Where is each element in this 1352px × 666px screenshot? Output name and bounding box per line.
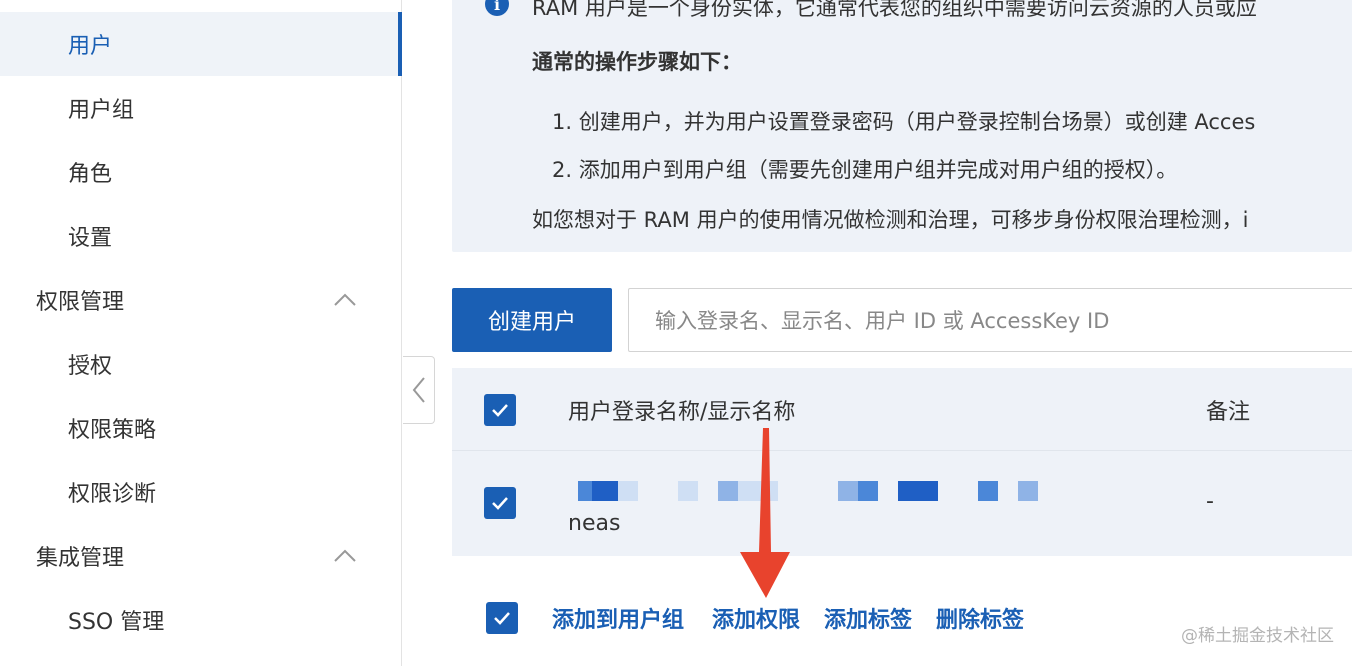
notice-step: 1. 创建用户，并为用户设置登录密码（用户登录控制台场景）或创建 Acces — [552, 110, 1256, 134]
sidebar-item-label: 授权 — [68, 354, 113, 379]
sidebar-item-settings[interactable]: 设置 — [0, 204, 402, 268]
add-to-group-button[interactable]: 添加到用户组 — [552, 602, 684, 634]
column-header-username: 用户登录名称/显示名称 — [568, 400, 796, 425]
notice-step: 2. 添加用户到用户组（需要先创建用户组并完成对用户组的授权）。 — [552, 158, 1178, 182]
notice-heading: 通常的操作步骤如下： — [532, 50, 742, 74]
table-row[interactable]: neas - — [452, 450, 1352, 556]
sidebar-item-label: 权限诊断 — [68, 482, 157, 507]
checkmark-icon — [492, 404, 508, 417]
select-all-checkbox[interactable] — [484, 394, 516, 426]
sidebar-item-label: 权限策略 — [68, 418, 157, 443]
remove-tag-button[interactable]: 删除标签 — [936, 602, 1024, 634]
sidebar-item-policies[interactable]: 权限策略 — [0, 396, 402, 460]
add-permission-button[interactable]: 添加权限 — [712, 602, 800, 634]
sidebar-item-label: 设置 — [68, 226, 113, 251]
sidebar-collapse-button[interactable] — [403, 356, 435, 424]
chevron-left-icon — [412, 377, 425, 403]
column-header-remark: 备注 — [1206, 400, 1251, 425]
user-display-name[interactable]: neas — [568, 511, 620, 536]
sidebar-group-label: 集成管理 — [36, 546, 125, 571]
row-checkbox[interactable] — [484, 487, 516, 519]
main-content: i RAM 用户是一个身份实体，它通常代表您的组织中需要访问云资源的人员或应 通… — [452, 0, 1352, 666]
sidebar-item-authorization[interactable]: 授权 — [0, 332, 402, 396]
sidebar-group-label: 权限管理 — [36, 290, 125, 315]
create-user-button[interactable]: 创建用户 — [452, 288, 612, 352]
watermark: @稀土掘金技术社区 — [1181, 626, 1334, 646]
sidebar-group-permission-management[interactable]: 权限管理 — [0, 268, 402, 332]
table-header: 用户登录名称/显示名称 备注 — [452, 368, 1352, 450]
sidebar-item-label: 角色 — [68, 162, 113, 187]
info-notice: i RAM 用户是一个身份实体，它通常代表您的组织中需要访问云资源的人员或应 通… — [452, 0, 1352, 252]
sidebar-item-permission-diagnosis[interactable]: 权限诊断 — [0, 460, 402, 524]
sidebar-item-sso[interactable]: SSO 管理 — [0, 588, 402, 652]
notice-line: 如您想对于 RAM 用户的使用情况做检测和治理，可移步身份权限治理检测，i — [532, 208, 1249, 232]
notice-line: RAM 用户是一个身份实体，它通常代表您的组织中需要访问云资源的人员或应 — [532, 0, 1257, 20]
sidebar-item-user-groups[interactable]: 用户组 — [0, 76, 402, 140]
add-tag-button[interactable]: 添加标签 — [824, 602, 912, 634]
chevron-up-icon — [334, 549, 356, 562]
sidebar-group-integration-management[interactable]: 集成管理 — [0, 524, 402, 588]
annotation-arrow-icon — [740, 428, 790, 598]
sidebar: 用户 用户组 角色 设置 权限管理 授权 权限策略 权限诊断 集成管理 SSO … — [0, 0, 402, 666]
sidebar-item-label: 用户 — [68, 34, 113, 59]
info-icon: i — [485, 0, 509, 16]
user-remark: - — [1206, 489, 1214, 514]
chevron-up-icon — [334, 293, 356, 306]
sidebar-item-label: SSO 管理 — [68, 610, 165, 635]
search-input[interactable]: 输入登录名、显示名、用户 ID 或 AccessKey ID — [628, 288, 1352, 352]
checkmark-icon — [494, 612, 510, 625]
bulk-select-checkbox[interactable] — [486, 602, 518, 634]
sidebar-item-label: 用户组 — [68, 98, 135, 123]
sidebar-item-roles[interactable]: 角色 — [0, 140, 402, 204]
checkmark-icon — [492, 497, 508, 510]
sidebar-item-users[interactable]: 用户 — [0, 12, 402, 76]
